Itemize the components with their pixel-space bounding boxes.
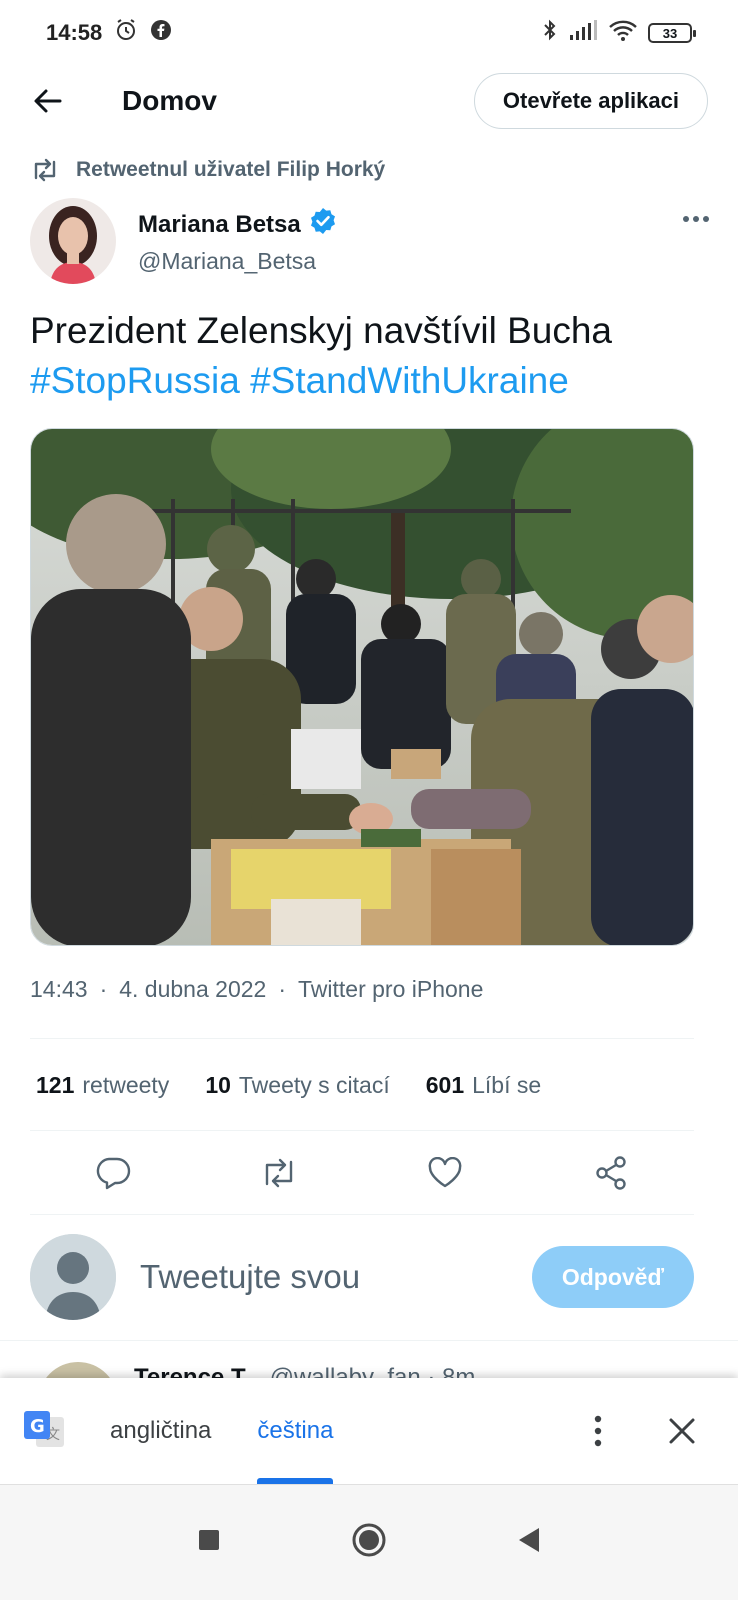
reply-composer: Tweetujte svou Odpověď	[30, 1232, 694, 1322]
tweet-stats: 121 retweety 10 Tweety s citací 601 Líbí…	[36, 1058, 541, 1112]
svg-text:G: G	[30, 1416, 45, 1437]
author-name-row[interactable]: Mariana Betsa	[138, 207, 337, 242]
facebook-icon	[150, 19, 172, 47]
status-right: 33	[542, 18, 696, 48]
top-bar: Domov Otevřete aplikaci	[0, 66, 738, 136]
triangle-back-icon	[519, 1528, 539, 1552]
likes-count: 601	[425, 1071, 465, 1098]
reply-action-button[interactable]	[88, 1148, 138, 1198]
tweet-source[interactable]: Twitter pro iPhone	[298, 976, 483, 1003]
tweet-time: 14:43	[30, 976, 88, 1002]
page-title: Domov	[122, 85, 217, 116]
author-text: Mariana Betsa @Mariana_Betsa	[138, 207, 337, 275]
retweets-count: 121	[36, 1071, 75, 1098]
tweet-author: Mariana Betsa @Mariana_Betsa	[30, 198, 710, 284]
retweets-stat[interactable]: 121 retweety	[36, 1072, 169, 1099]
avatar[interactable]	[30, 198, 116, 284]
author-handle[interactable]: @Mariana_Betsa	[138, 248, 337, 275]
quotes-count: 10	[205, 1071, 231, 1098]
back-button[interactable]	[30, 83, 66, 119]
alarm-icon	[114, 18, 138, 48]
divider	[30, 1130, 694, 1131]
open-app-button[interactable]: Otevřete aplikaci	[473, 73, 708, 129]
likes-stat[interactable]: 601 Líbí se	[426, 1072, 541, 1099]
retweet-icon	[34, 158, 56, 182]
status-left: 14:58	[46, 18, 172, 48]
wifi-icon	[608, 18, 638, 48]
status-time: 14:58	[46, 20, 103, 45]
circle-icon	[352, 1523, 386, 1557]
verified-badge-icon	[309, 207, 337, 242]
translate-more-button[interactable]	[578, 1411, 618, 1451]
home-button[interactable]	[351, 1522, 387, 1563]
meta-separator: ·	[278, 976, 286, 1002]
tweet-photo[interactable]	[30, 428, 694, 946]
retweets-label: retweety	[82, 1071, 170, 1098]
more-vertical-icon	[594, 1415, 602, 1447]
system-nav-bar	[0, 1484, 738, 1600]
divider	[30, 1038, 694, 1039]
tweet-date: 4. dubna 2022	[119, 976, 267, 1002]
tweet-meta: 14:43 · 4. dubna 2022 · Twitter pro iPho…	[30, 976, 483, 1003]
tweet-hashtags[interactable]: #StopRussia #StandWithUkraine	[30, 356, 710, 406]
share-action-button[interactable]	[586, 1148, 636, 1198]
user-placeholder-icon	[30, 1234, 116, 1320]
square-icon	[199, 1530, 219, 1550]
default-avatar	[30, 1234, 116, 1320]
source-language-tab[interactable]: angličtina	[110, 1378, 211, 1484]
status-bar: 14:58 33	[0, 0, 738, 66]
more-horizontal-icon	[683, 216, 709, 222]
author-name: Mariana Betsa	[138, 210, 301, 238]
retweet-context[interactable]: Retweetnul uživatel Filip Horký	[30, 158, 385, 182]
recents-button[interactable]	[197, 1528, 221, 1557]
battery-icon: 33	[648, 23, 696, 43]
quotes-stat[interactable]: 10 Tweety s citací	[205, 1072, 389, 1099]
more-options-button[interactable]	[682, 198, 710, 232]
back-nav-button[interactable]	[517, 1526, 541, 1559]
reply-input[interactable]: Tweetujte svou	[140, 1258, 532, 1296]
arrow-left-icon	[34, 89, 62, 113]
like-action-button[interactable]	[420, 1148, 470, 1198]
reply-icon	[96, 1157, 131, 1190]
likes-label: Líbí se	[472, 1071, 542, 1098]
share-icon	[596, 1156, 626, 1190]
retweet-icon	[265, 1158, 293, 1188]
translate-close-button[interactable]	[662, 1411, 702, 1451]
tweet-body: Prezident Zelenskyj navštívil Bucha	[30, 310, 612, 351]
quotes-label: Tweety s citací	[238, 1071, 390, 1098]
target-language-tab[interactable]: čeština	[257, 1378, 334, 1484]
signal-icon	[568, 19, 598, 47]
tweet-text: Prezident Zelenskyj navštívil Bucha #Sto…	[30, 306, 710, 406]
bluetooth-icon	[542, 18, 558, 48]
translate-bar: 文G angličtina čeština	[0, 1378, 738, 1484]
divider	[30, 1214, 694, 1215]
heart-icon	[428, 1157, 462, 1188]
close-icon	[669, 1418, 695, 1444]
tweet-actions	[30, 1146, 694, 1200]
retweet-action-button[interactable]	[254, 1148, 304, 1198]
divider	[0, 1340, 738, 1341]
reply-button[interactable]: Odpověď	[531, 1246, 694, 1308]
meta-separator: ·	[99, 976, 108, 1002]
retweeted-by-text: Retweetnul uživatel Filip Horký	[76, 158, 386, 181]
google-translate-icon: 文G	[22, 1409, 66, 1453]
